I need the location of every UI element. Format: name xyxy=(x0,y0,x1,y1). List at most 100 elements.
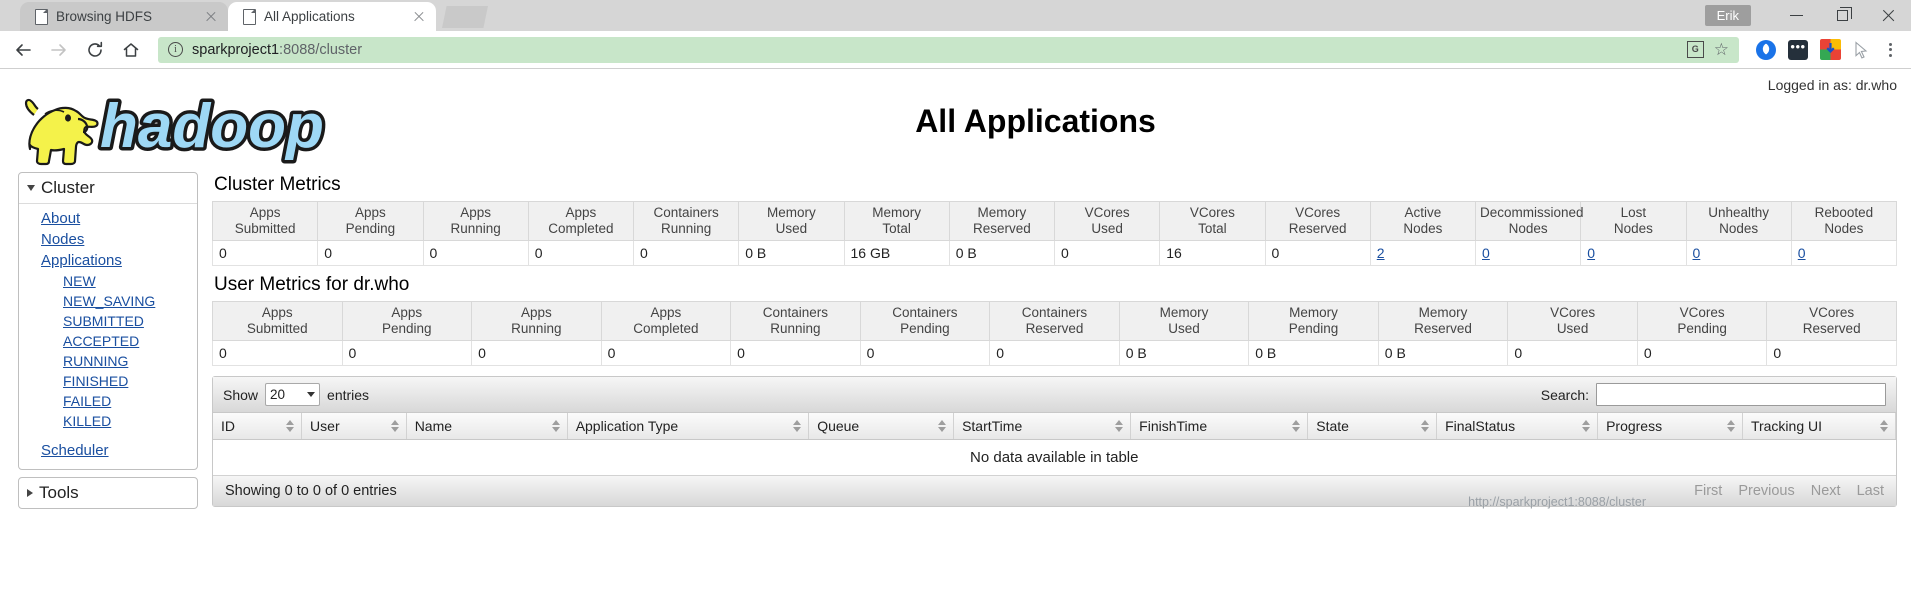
sidebar-link-finished[interactable]: FINISHED xyxy=(63,373,128,389)
tab-browsing-hdfs[interactable]: Browsing HDFS xyxy=(20,2,228,31)
metric-link[interactable]: 0 xyxy=(1693,245,1701,261)
sidebar-link-failed[interactable]: FAILED xyxy=(63,393,111,409)
sidebar-item-about[interactable]: About xyxy=(19,208,197,229)
star-icon[interactable]: ☆ xyxy=(1714,41,1729,58)
tab-strip: Browsing HDFS All Applications Erik xyxy=(0,0,1911,31)
sidebar-item-applications[interactable]: Applications xyxy=(19,250,197,271)
new-tab-button[interactable] xyxy=(442,6,488,28)
idm-extension-icon[interactable] xyxy=(1817,37,1843,63)
tab-close-icon[interactable] xyxy=(410,8,428,26)
sidebar-link-new[interactable]: NEW xyxy=(63,273,96,289)
sidebar-link-scheduler[interactable]: Scheduler xyxy=(41,442,109,459)
sidebar-item-failed[interactable]: FAILED xyxy=(19,391,197,411)
tab-close-icon[interactable] xyxy=(202,8,220,26)
column-header-progress[interactable]: Progress xyxy=(1598,413,1743,440)
sidebar-item-killed[interactable]: KILLED xyxy=(19,411,197,431)
column-header-id[interactable]: ID xyxy=(213,413,302,440)
tab-all-applications[interactable]: All Applications xyxy=(228,2,436,31)
sort-arrows-icon[interactable] xyxy=(552,420,560,432)
metric-value[interactable]: 0 xyxy=(1686,241,1791,266)
column-header: MemoryReserved xyxy=(1378,302,1508,341)
hadoop-logo[interactable]: hadoop hadoop xyxy=(0,75,360,172)
sort-arrows-icon[interactable] xyxy=(1292,420,1300,432)
sidebar-link-killed[interactable]: KILLED xyxy=(63,413,111,429)
column-header-name[interactable]: Name xyxy=(406,413,567,440)
column-header-user[interactable]: User xyxy=(302,413,407,440)
sidebar-link-nodes[interactable]: Nodes xyxy=(41,231,84,248)
sort-arrows-icon[interactable] xyxy=(1582,420,1590,432)
metric-value[interactable]: 0 xyxy=(1581,241,1686,266)
search-input[interactable] xyxy=(1596,383,1886,406)
minimize-icon[interactable] xyxy=(1773,0,1819,31)
sort-arrows-icon[interactable] xyxy=(391,420,399,432)
metric-value: 0 xyxy=(634,241,739,266)
metric-value[interactable]: 2 xyxy=(1370,241,1475,266)
sidebar-item-new[interactable]: NEW xyxy=(19,271,197,291)
metric-link[interactable]: 0 xyxy=(1798,245,1806,261)
column-header-tracking-ui[interactable]: Tracking UI xyxy=(1742,413,1895,440)
sidebar-link-accepted[interactable]: ACCEPTED xyxy=(63,333,139,349)
reload-icon[interactable] xyxy=(78,33,112,67)
metric-value[interactable]: 0 xyxy=(1476,241,1581,266)
search-label: Search: xyxy=(1541,387,1589,403)
sidebar-item-nodes[interactable]: Nodes xyxy=(19,229,197,250)
sort-arrows-icon[interactable] xyxy=(286,420,294,432)
sidebar-link-applications[interactable]: Applications xyxy=(41,252,122,269)
sidebar-item-accepted[interactable]: ACCEPTED xyxy=(19,331,197,351)
sidebar-item-new-saving[interactable]: NEW_SAVING xyxy=(19,291,197,311)
column-header-finishtime[interactable]: FinishTime xyxy=(1131,413,1308,440)
column-header-state[interactable]: State xyxy=(1308,413,1437,440)
sidebar-link-submitted[interactable]: SUBMITTED xyxy=(63,313,144,329)
metric-link[interactable]: 0 xyxy=(1587,245,1595,261)
metric-link[interactable]: 2 xyxy=(1377,245,1385,261)
column-header-application-type[interactable]: Application Type xyxy=(567,413,809,440)
sort-arrows-icon[interactable] xyxy=(1421,420,1429,432)
sidebar-item-submitted[interactable]: SUBMITTED xyxy=(19,311,197,331)
restore-icon[interactable] xyxy=(1819,0,1865,31)
search-control: Search: xyxy=(1541,383,1886,406)
close-icon[interactable] xyxy=(1865,0,1911,31)
sidebar-tools-header[interactable]: Tools xyxy=(19,478,197,508)
column-header: AppsCompleted xyxy=(601,302,731,341)
column-header: MemoryPending xyxy=(1249,302,1379,341)
sidebar-item-finished[interactable]: FINISHED xyxy=(19,371,197,391)
home-icon[interactable] xyxy=(114,33,148,67)
column-header: ContainersRunning xyxy=(731,302,861,341)
evernote-extension-icon[interactable] xyxy=(1753,37,1779,63)
sidebar-link-running[interactable]: RUNNING xyxy=(63,353,128,369)
profile-chip[interactable]: Erik xyxy=(1705,5,1751,26)
pocket-extension-icon[interactable]: ••• xyxy=(1785,37,1811,63)
sidebar-cluster-header[interactable]: Cluster xyxy=(19,173,197,204)
address-bar[interactable]: i sparkproject1:8088/cluster G ☆ xyxy=(158,37,1739,63)
column-header: AppsSubmitted xyxy=(213,202,318,241)
column-header-finalstatus[interactable]: FinalStatus xyxy=(1437,413,1598,440)
info-circle-icon[interactable]: i xyxy=(168,42,183,57)
metric-value: 0 B xyxy=(1378,341,1508,366)
sort-arrows-icon[interactable] xyxy=(1880,420,1888,432)
window-controls: Erik xyxy=(1705,0,1911,31)
column-header-queue[interactable]: Queue xyxy=(809,413,954,440)
back-arrow-icon[interactable] xyxy=(6,33,40,67)
pagination-first[interactable]: First xyxy=(1694,483,1722,499)
chevron-down-icon[interactable] xyxy=(27,185,35,191)
column-header-starttime[interactable]: StartTime xyxy=(954,413,1131,440)
sidebar-item-scheduler[interactable]: Scheduler xyxy=(19,440,197,461)
chrome-menu-icon[interactable] xyxy=(1877,37,1903,63)
url-path: :8088/cluster xyxy=(279,42,362,58)
sort-arrows-icon[interactable] xyxy=(1115,420,1123,432)
translate-icon[interactable]: G xyxy=(1687,41,1704,58)
sort-arrows-icon[interactable] xyxy=(938,420,946,432)
page-length-select[interactable]: 20 xyxy=(265,383,320,406)
sidebar-item-running[interactable]: RUNNING xyxy=(19,351,197,371)
metric-link[interactable]: 0 xyxy=(1482,245,1490,261)
sidebar-link-about[interactable]: About xyxy=(41,210,80,227)
sort-arrows-icon[interactable] xyxy=(793,420,801,432)
sort-arrows-icon[interactable] xyxy=(1727,420,1735,432)
column-header-label: ID xyxy=(221,418,235,434)
pagination-previous[interactable]: Previous xyxy=(1738,483,1794,499)
metric-value[interactable]: 0 xyxy=(1791,241,1896,266)
sidebar-link-new-saving[interactable]: NEW_SAVING xyxy=(63,293,155,309)
pagination-last[interactable]: Last xyxy=(1857,483,1884,499)
chevron-right-icon[interactable] xyxy=(27,489,33,497)
pagination-next[interactable]: Next xyxy=(1811,483,1841,499)
